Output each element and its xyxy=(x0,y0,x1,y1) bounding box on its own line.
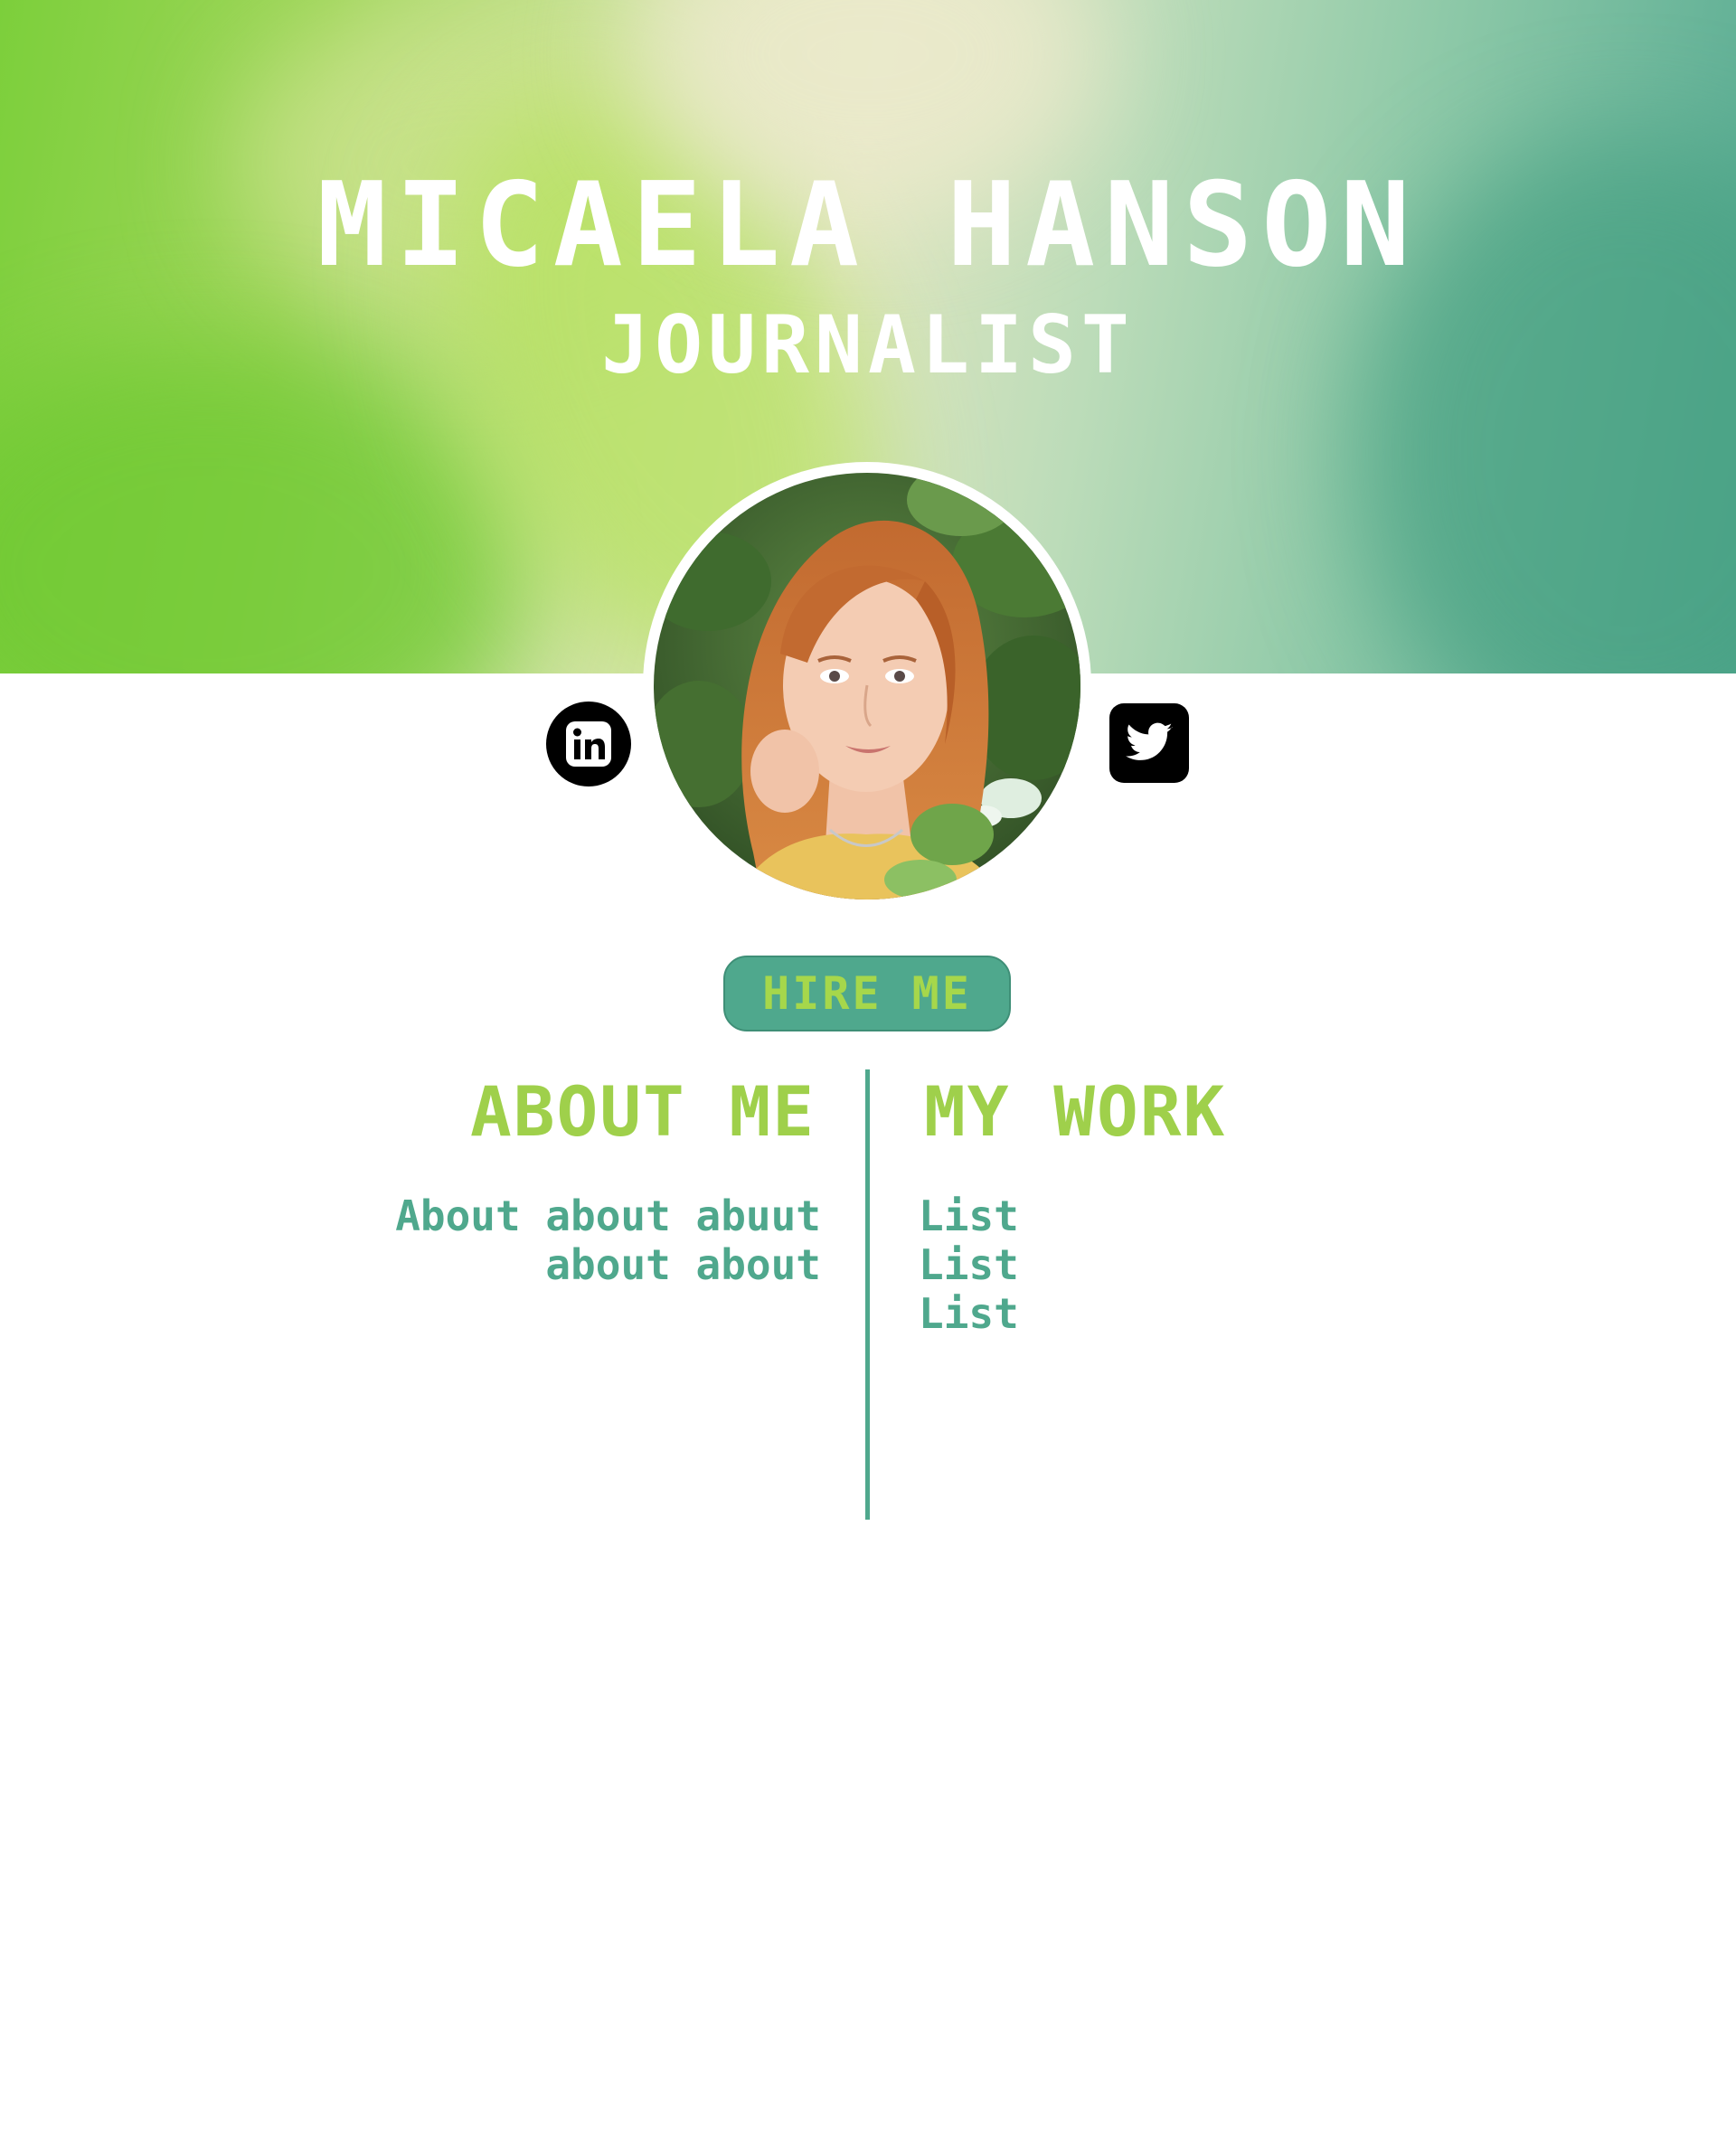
page-title: MICAELA HANSON xyxy=(316,158,1420,293)
hero-glow xyxy=(0,344,524,673)
about-text: About about abuut about about xyxy=(362,1191,821,1289)
twitter-button[interactable] xyxy=(1109,703,1189,783)
work-list-item[interactable]: List xyxy=(919,1289,1280,1338)
column-divider xyxy=(865,1069,870,1520)
work-list-item[interactable]: List xyxy=(919,1191,1280,1240)
linkedin-button[interactable] xyxy=(546,702,631,786)
linkedin-icon xyxy=(566,721,611,767)
about-heading: ABOUT ME xyxy=(469,1071,816,1152)
hire-me-button[interactable]: HIRE ME xyxy=(723,956,1011,1031)
work-heading: MY WORK xyxy=(924,1071,1227,1152)
avatar xyxy=(643,462,1091,910)
work-list: List List List xyxy=(919,1191,1280,1338)
about-line: About about abuut xyxy=(395,1191,821,1240)
about-line: about about xyxy=(545,1240,821,1289)
profile-photo xyxy=(654,473,1080,899)
work-list-item[interactable]: List xyxy=(919,1240,1280,1289)
job-title: JOURNALIST xyxy=(601,298,1135,391)
twitter-icon xyxy=(1126,722,1173,760)
